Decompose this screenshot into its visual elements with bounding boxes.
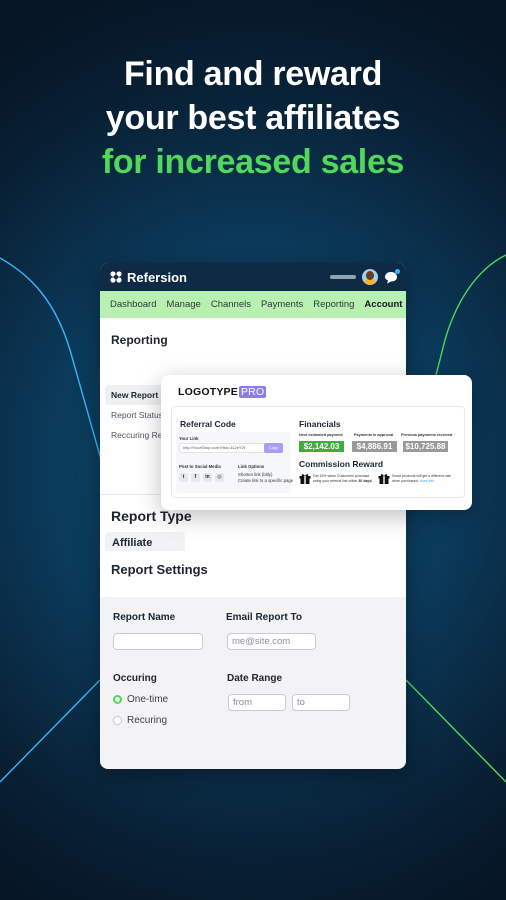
radio-selected-icon — [113, 695, 122, 704]
occurring-label: Occuring — [113, 673, 157, 684]
previous-payment-label: Previous payments received — [401, 433, 453, 437]
nav-reporting[interactable]: Reporting — [313, 299, 354, 310]
facebook-icon[interactable]: f — [191, 473, 200, 482]
brand-logo[interactable]: Refersion — [109, 270, 187, 285]
nav-account[interactable]: Account — [364, 299, 402, 310]
radio-label: Recuring — [127, 715, 168, 726]
user-avatar[interactable] — [362, 269, 378, 285]
approval-payment-value: $4,886.91 — [352, 441, 397, 452]
blue-curve-line — [0, 257, 105, 471]
referral-link-input[interactable]: http://YourShop.com?rfsn=112eY2t — [179, 443, 265, 453]
main-nav: Dashboard Manage Channels Payments Repor… — [100, 291, 406, 318]
top-bar: Refersion — [100, 263, 406, 291]
report-settings-form: Report Name Email Report To me@site.com … — [100, 597, 406, 769]
next-payment-value: $2,142.03 — [299, 441, 344, 452]
report-settings-header: Report Settings — [100, 551, 406, 597]
green-diagonal-line — [405, 679, 506, 783]
date-to-input[interactable]: to — [292, 694, 350, 711]
nav-manage[interactable]: Manage — [166, 299, 200, 310]
notification-dot — [395, 268, 400, 274]
gift-icon — [299, 474, 311, 484]
specific-page-link-option[interactable]: Create link to a specific page — [238, 478, 293, 483]
previous-payment-value: $10,725.88 — [403, 441, 448, 452]
link-options-label: Link Options — [238, 464, 265, 469]
report-name-label: Report Name — [113, 612, 176, 623]
date-from-input[interactable]: from — [228, 694, 286, 711]
shorten-link-option[interactable]: Shorten link (bitly) — [238, 472, 272, 477]
twitter-icon[interactable]: t — [179, 473, 188, 482]
chat-icon[interactable] — [384, 268, 400, 284]
referral-box: Your Link http://YourShop.com?rfsn=112eY… — [176, 432, 293, 493]
financials-title: Financials — [299, 419, 341, 429]
brand-name: Refersion — [127, 269, 187, 285]
gift-icon — [378, 474, 390, 484]
logo-text: LOGOTYPE — [178, 386, 238, 398]
blue-diagonal-line — [0, 679, 101, 783]
reporting-title: Reporting — [111, 333, 168, 347]
instagram-icon[interactable]: ◎ — [215, 473, 224, 482]
next-payment-label: Next estimated payment — [299, 433, 343, 437]
radio-recurring[interactable]: Recuring — [113, 715, 167, 726]
search-bar[interactable] — [330, 275, 356, 279]
report-name-input[interactable] — [113, 633, 203, 650]
more-info-link[interactable]: More info — [420, 479, 435, 483]
nav-channels[interactable]: Channels — [211, 299, 251, 310]
commission-text-1: Get 15% when Customers purchase using yo… — [313, 474, 373, 483]
social-media-label: Post to Social Media — [179, 464, 221, 469]
report-settings-title: Report Settings — [111, 562, 208, 577]
affiliate-dashboard-card: LOGOTYPE PRO Referral Code Your Link htt… — [161, 375, 472, 510]
copy-button[interactable]: Copy — [264, 443, 283, 453]
nav-dashboard[interactable]: Dashboard — [110, 299, 156, 310]
radio-label: One-time — [127, 694, 169, 705]
linkedin-icon[interactable]: in — [203, 473, 212, 482]
headline-line-2: your best affiliates — [105, 99, 401, 137]
referral-code-title: Referral Code — [180, 419, 236, 429]
widget-logo: LOGOTYPE PRO — [178, 386, 267, 398]
hero-headline: Find and reward your best affiliates for… — [0, 52, 506, 184]
pro-badge: PRO — [238, 386, 267, 398]
commission-text-2: Some products will get a different rate … — [392, 474, 451, 483]
your-link-label: Your Link — [179, 436, 199, 441]
refersion-logo-icon — [110, 271, 122, 283]
approval-payment-label: Payments in approval — [354, 433, 394, 437]
commission-reward-title: Commission Reward — [299, 459, 384, 469]
report-type-title: Report Type — [111, 508, 192, 524]
headline-line-3: for increased sales — [101, 143, 405, 181]
app-window: Refersion Dashboard Manage Channels Paym… — [100, 263, 406, 769]
radio-unselected-icon — [113, 716, 122, 725]
widget-panel: Referral Code Your Link http://YourShop.… — [171, 406, 465, 498]
email-report-label: Email Report To — [226, 612, 302, 623]
green-curve-line — [435, 254, 506, 376]
radio-one-time[interactable]: One-time — [113, 694, 168, 705]
date-range-label: Date Range — [227, 673, 283, 684]
headline-line-1: Find and reward — [123, 55, 383, 93]
nav-payments[interactable]: Payments — [261, 299, 303, 310]
email-report-input[interactable]: me@site.com — [227, 633, 316, 650]
